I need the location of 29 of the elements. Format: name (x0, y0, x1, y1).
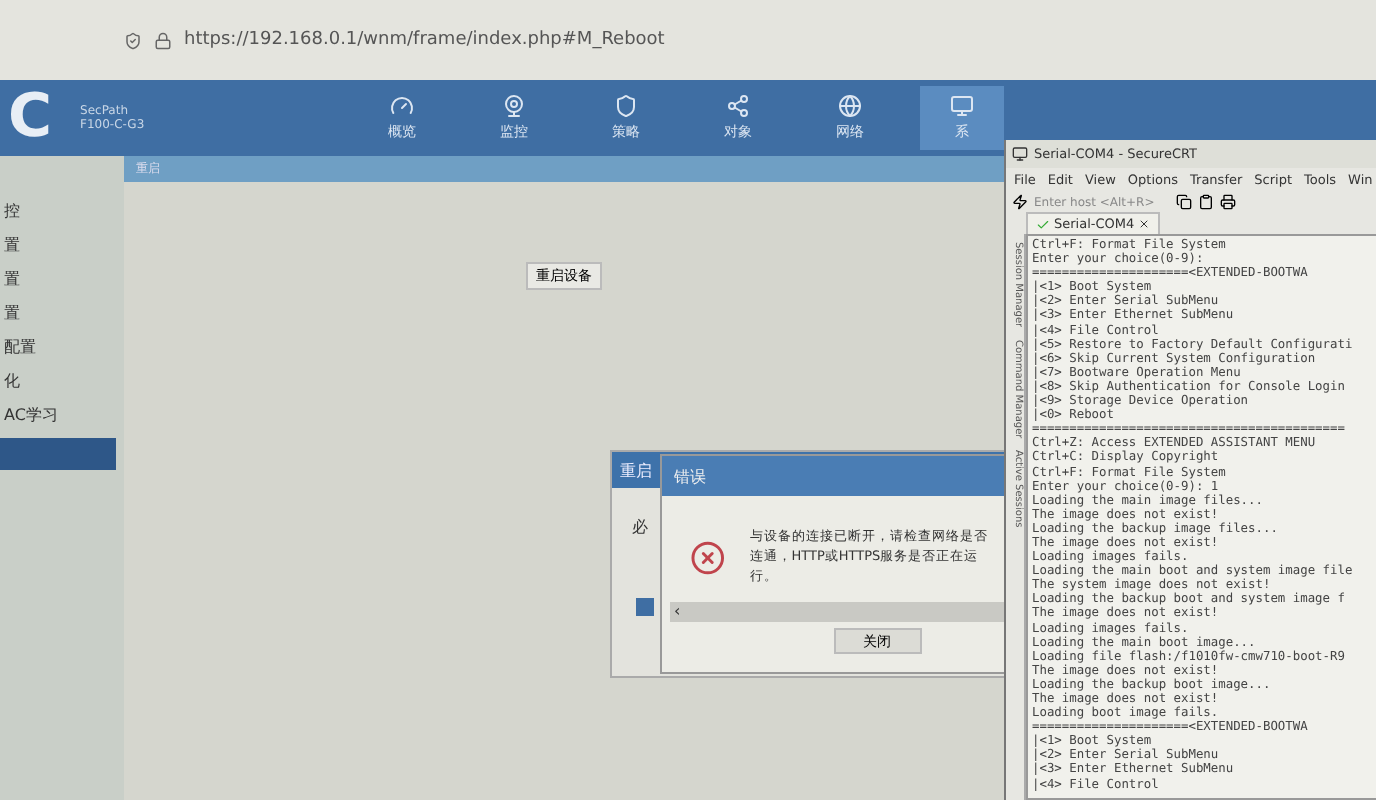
panel-text: 必 (632, 516, 648, 538)
shield-icon (614, 94, 638, 118)
checkbox[interactable] (636, 598, 654, 616)
clipboard-icon[interactable] (1198, 194, 1215, 210)
sidebar-item[interactable]: AC学习 (0, 404, 116, 426)
sidebar-item[interactable]: 置 (0, 302, 116, 324)
sidebar-item[interactable]: 置 (0, 268, 116, 290)
check-icon (1036, 217, 1050, 231)
logo: C (8, 88, 53, 148)
sidebar-item[interactable]: 化 (0, 370, 116, 392)
copy-icon[interactable] (1176, 194, 1193, 210)
lock-icon (154, 31, 172, 49)
sidebar-item[interactable]: 控 (0, 200, 116, 222)
app-icon (1012, 146, 1028, 162)
sidebar-item[interactable]: 配置 (0, 336, 116, 358)
error-icon (690, 539, 726, 576)
close-icon[interactable] (1138, 218, 1151, 230)
lightning-icon[interactable] (1012, 194, 1028, 210)
shield-icon (124, 31, 142, 49)
monitor-icon (950, 94, 974, 118)
gauge-icon (390, 94, 414, 118)
globe-icon (838, 94, 862, 118)
scroll-arrow[interactable]: ‹ (670, 604, 681, 621)
url-text[interactable]: https://192.168.0.1/wnm/frame/index.php#M_Reboot (184, 30, 665, 50)
print-icon[interactable] (1220, 194, 1237, 210)
webcam-icon (502, 94, 526, 118)
scroll-bar[interactable]: ‹ (670, 602, 1004, 623)
share-icon (726, 94, 750, 118)
sidebar-item[interactable]: 置 (0, 234, 116, 256)
